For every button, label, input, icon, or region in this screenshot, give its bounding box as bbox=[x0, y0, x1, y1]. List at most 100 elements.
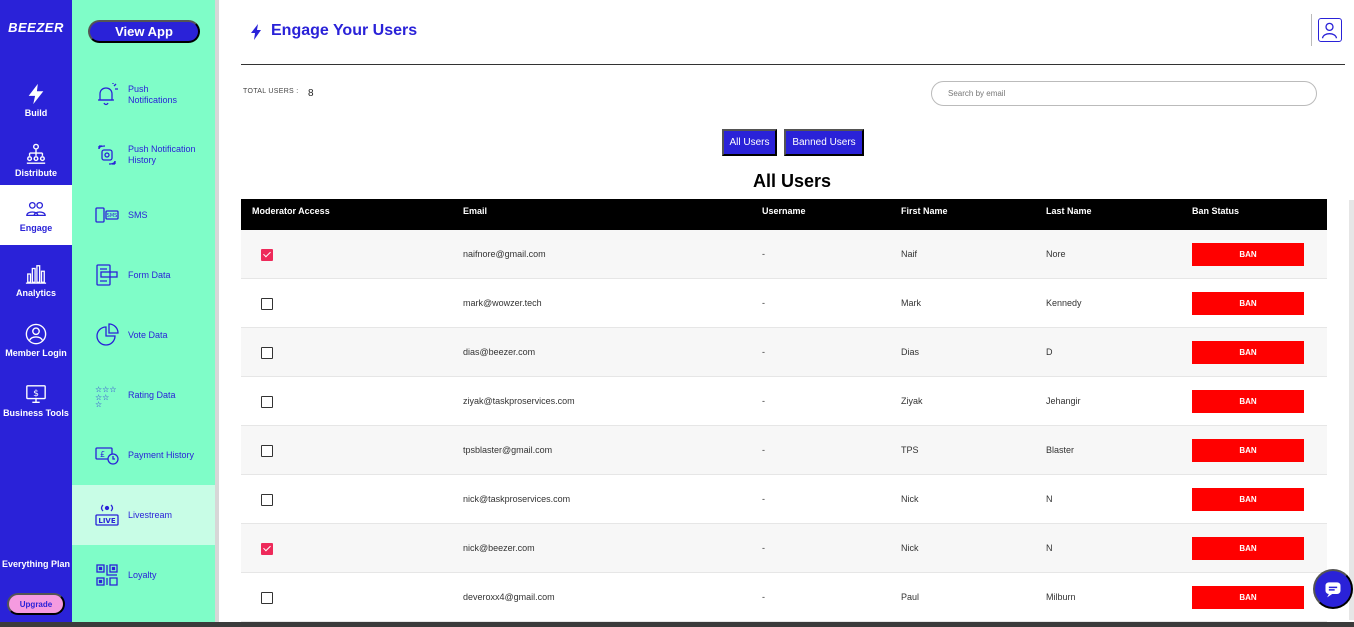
rail-item-engage[interactable]: Engage bbox=[0, 185, 72, 245]
submenu-item-form-data[interactable]: Form Data bbox=[72, 245, 215, 305]
rail-item-business-tools[interactable]: $ Business Tools bbox=[0, 370, 72, 430]
submenu-item-label: Rating Data bbox=[128, 389, 176, 400]
bell-icon bbox=[98, 83, 118, 106]
submenu-item-rating-data[interactable]: ☆☆☆ ☆☆ ☆ Rating Data bbox=[72, 365, 215, 425]
svg-text:LIVE: LIVE bbox=[98, 517, 115, 525]
ban-button[interactable]: BAN bbox=[1192, 292, 1304, 315]
dollar-screen-icon: $ bbox=[26, 384, 46, 403]
chat-widget-button[interactable] bbox=[1313, 569, 1353, 609]
header-divider bbox=[1311, 14, 1312, 46]
moderator-access-checkbox[interactable] bbox=[261, 298, 273, 310]
user-circle-icon bbox=[25, 323, 47, 344]
column-header-last-name[interactable]: Last Name bbox=[1046, 199, 1092, 230]
submenu-item-push-notification-history[interactable]: Push Notification History bbox=[72, 125, 215, 185]
upgrade-button[interactable]: Upgrade bbox=[7, 593, 65, 615]
email-cell: dias@beezer.com bbox=[463, 347, 536, 357]
svg-text:☆: ☆ bbox=[95, 400, 102, 407]
last-name-cell: Jehangir bbox=[1046, 396, 1081, 406]
bolt-icon bbox=[251, 24, 261, 40]
qr-code-icon bbox=[96, 564, 118, 586]
column-header-username[interactable]: Username bbox=[762, 199, 806, 230]
page-scrollbar[interactable] bbox=[1349, 200, 1354, 620]
last-name-cell: Blaster bbox=[1046, 445, 1075, 455]
last-name-cell: N bbox=[1046, 494, 1053, 504]
last-name-cell: Milburn bbox=[1046, 592, 1076, 602]
users-icon bbox=[26, 201, 46, 216]
email-cell: nick@taskproservices.com bbox=[463, 494, 571, 504]
user-avatar-icon bbox=[1321, 22, 1338, 39]
username-cell: - bbox=[762, 543, 765, 553]
moderator-access-checkbox[interactable] bbox=[261, 396, 273, 408]
table-row: mark@wowzer.tech - Mark Kennedy BAN bbox=[241, 279, 1327, 328]
moderator-access-checkbox[interactable] bbox=[261, 347, 273, 359]
username-cell: - bbox=[762, 298, 765, 308]
ban-button[interactable]: BAN bbox=[1192, 537, 1304, 560]
ban-button[interactable]: BAN bbox=[1192, 341, 1304, 364]
submenu-item-label: Form Data bbox=[128, 269, 171, 280]
submenu-item-label: Push Notifications bbox=[128, 84, 178, 105]
ban-button[interactable]: BAN bbox=[1192, 243, 1304, 266]
tab-banned-users[interactable]: Banned Users bbox=[784, 129, 864, 156]
stars-icon: ☆☆☆☆☆☆ bbox=[95, 385, 117, 407]
column-header-first-name[interactable]: First Name bbox=[901, 199, 948, 230]
rail-item-analytics[interactable]: Analytics bbox=[0, 250, 72, 310]
submenu-item-vote-data[interactable]: Vote Data bbox=[72, 305, 215, 365]
first-name-cell: Nick bbox=[901, 494, 919, 504]
rail-item-build[interactable]: Build bbox=[0, 70, 72, 130]
column-header-moderator-access[interactable]: Moderator Access bbox=[252, 199, 330, 230]
tab-all-users[interactable]: All Users bbox=[722, 129, 777, 156]
submenu-item-label: Push Notification History bbox=[128, 144, 196, 165]
live-icon: LIVE bbox=[95, 504, 119, 526]
engage-submenu: View App Push Notifications Push Notific… bbox=[72, 0, 215, 622]
total-users-count: 8 bbox=[308, 88, 314, 99]
view-app-button[interactable]: View App bbox=[88, 20, 200, 43]
last-name-cell: N bbox=[1046, 543, 1053, 553]
moderator-access-checkbox[interactable] bbox=[261, 494, 273, 506]
submenu-item-payment-history[interactable]: £ Payment History bbox=[72, 425, 215, 485]
submenu-item-livestream[interactable]: LIVE Livestream bbox=[72, 485, 215, 545]
email-cell: mark@wowzer.tech bbox=[463, 298, 542, 308]
submenu-item-label: Loyalty bbox=[128, 569, 157, 580]
window-bottom-bar bbox=[0, 622, 1354, 627]
table-header: Moderator Access Email Username First Na… bbox=[241, 199, 1327, 230]
form-icon bbox=[96, 264, 118, 286]
submenu-item-label: Vote Data bbox=[128, 329, 168, 340]
rail-item-label: Business Tools bbox=[3, 407, 69, 418]
username-cell: - bbox=[762, 396, 765, 406]
profile-button[interactable] bbox=[1318, 18, 1342, 42]
main-content: Engage Your Users TOTAL USERS : 8 All Us… bbox=[219, 0, 1354, 622]
submenu-item-loyalty[interactable]: Loyalty bbox=[72, 545, 215, 605]
history-icon bbox=[98, 145, 116, 165]
table-body: naifnore@gmail.com - Naif Nore BAN mark@… bbox=[241, 230, 1327, 622]
column-header-ban-status[interactable]: Ban Status bbox=[1192, 199, 1239, 230]
section-title: All Users bbox=[752, 171, 832, 191]
app-root: BEEZER Build Distribute Engage Analytics… bbox=[0, 0, 1354, 627]
submenu-item-sms[interactable]: SMS SMS bbox=[72, 185, 215, 245]
page-title: Engage Your Users bbox=[271, 22, 418, 39]
username-cell: - bbox=[762, 249, 765, 259]
ban-button[interactable]: BAN bbox=[1192, 390, 1304, 413]
header-divider-line bbox=[241, 64, 1345, 65]
moderator-access-checkbox[interactable] bbox=[261, 445, 273, 457]
rail-item-label: Distribute bbox=[14, 167, 57, 178]
pie-chart-icon bbox=[96, 323, 119, 346]
email-cell: deveroxx4@gmail.com bbox=[463, 592, 555, 602]
moderator-access-checkbox[interactable] bbox=[261, 592, 273, 604]
ban-button[interactable]: BAN bbox=[1192, 586, 1304, 609]
moderator-access-checkbox[interactable] bbox=[261, 249, 273, 261]
table-row: ziyak@taskproservices.com - Ziyak Jehang… bbox=[241, 377, 1327, 426]
search-by-email-input[interactable] bbox=[931, 81, 1317, 106]
ban-button[interactable]: BAN bbox=[1192, 488, 1304, 511]
table-row: deveroxx4@gmail.com - Paul Milburn BAN bbox=[241, 573, 1327, 622]
table-row: tpsblaster@gmail.com - TPS Blaster BAN bbox=[241, 426, 1327, 475]
submenu-item-push-notifications[interactable]: Push Notifications bbox=[72, 65, 215, 125]
column-header-email[interactable]: Email bbox=[463, 199, 487, 230]
beezer-logo[interactable]: BEEZER bbox=[0, 20, 72, 35]
ban-button[interactable]: BAN bbox=[1192, 439, 1304, 462]
hierarchy-icon bbox=[26, 143, 46, 164]
rail-item-member-login[interactable]: Member Login bbox=[0, 310, 72, 370]
payment-clock-icon: £ bbox=[95, 447, 119, 465]
moderator-access-checkbox[interactable] bbox=[261, 543, 273, 555]
first-name-cell: Mark bbox=[901, 298, 921, 308]
rail-item-distribute[interactable]: Distribute bbox=[0, 130, 72, 190]
